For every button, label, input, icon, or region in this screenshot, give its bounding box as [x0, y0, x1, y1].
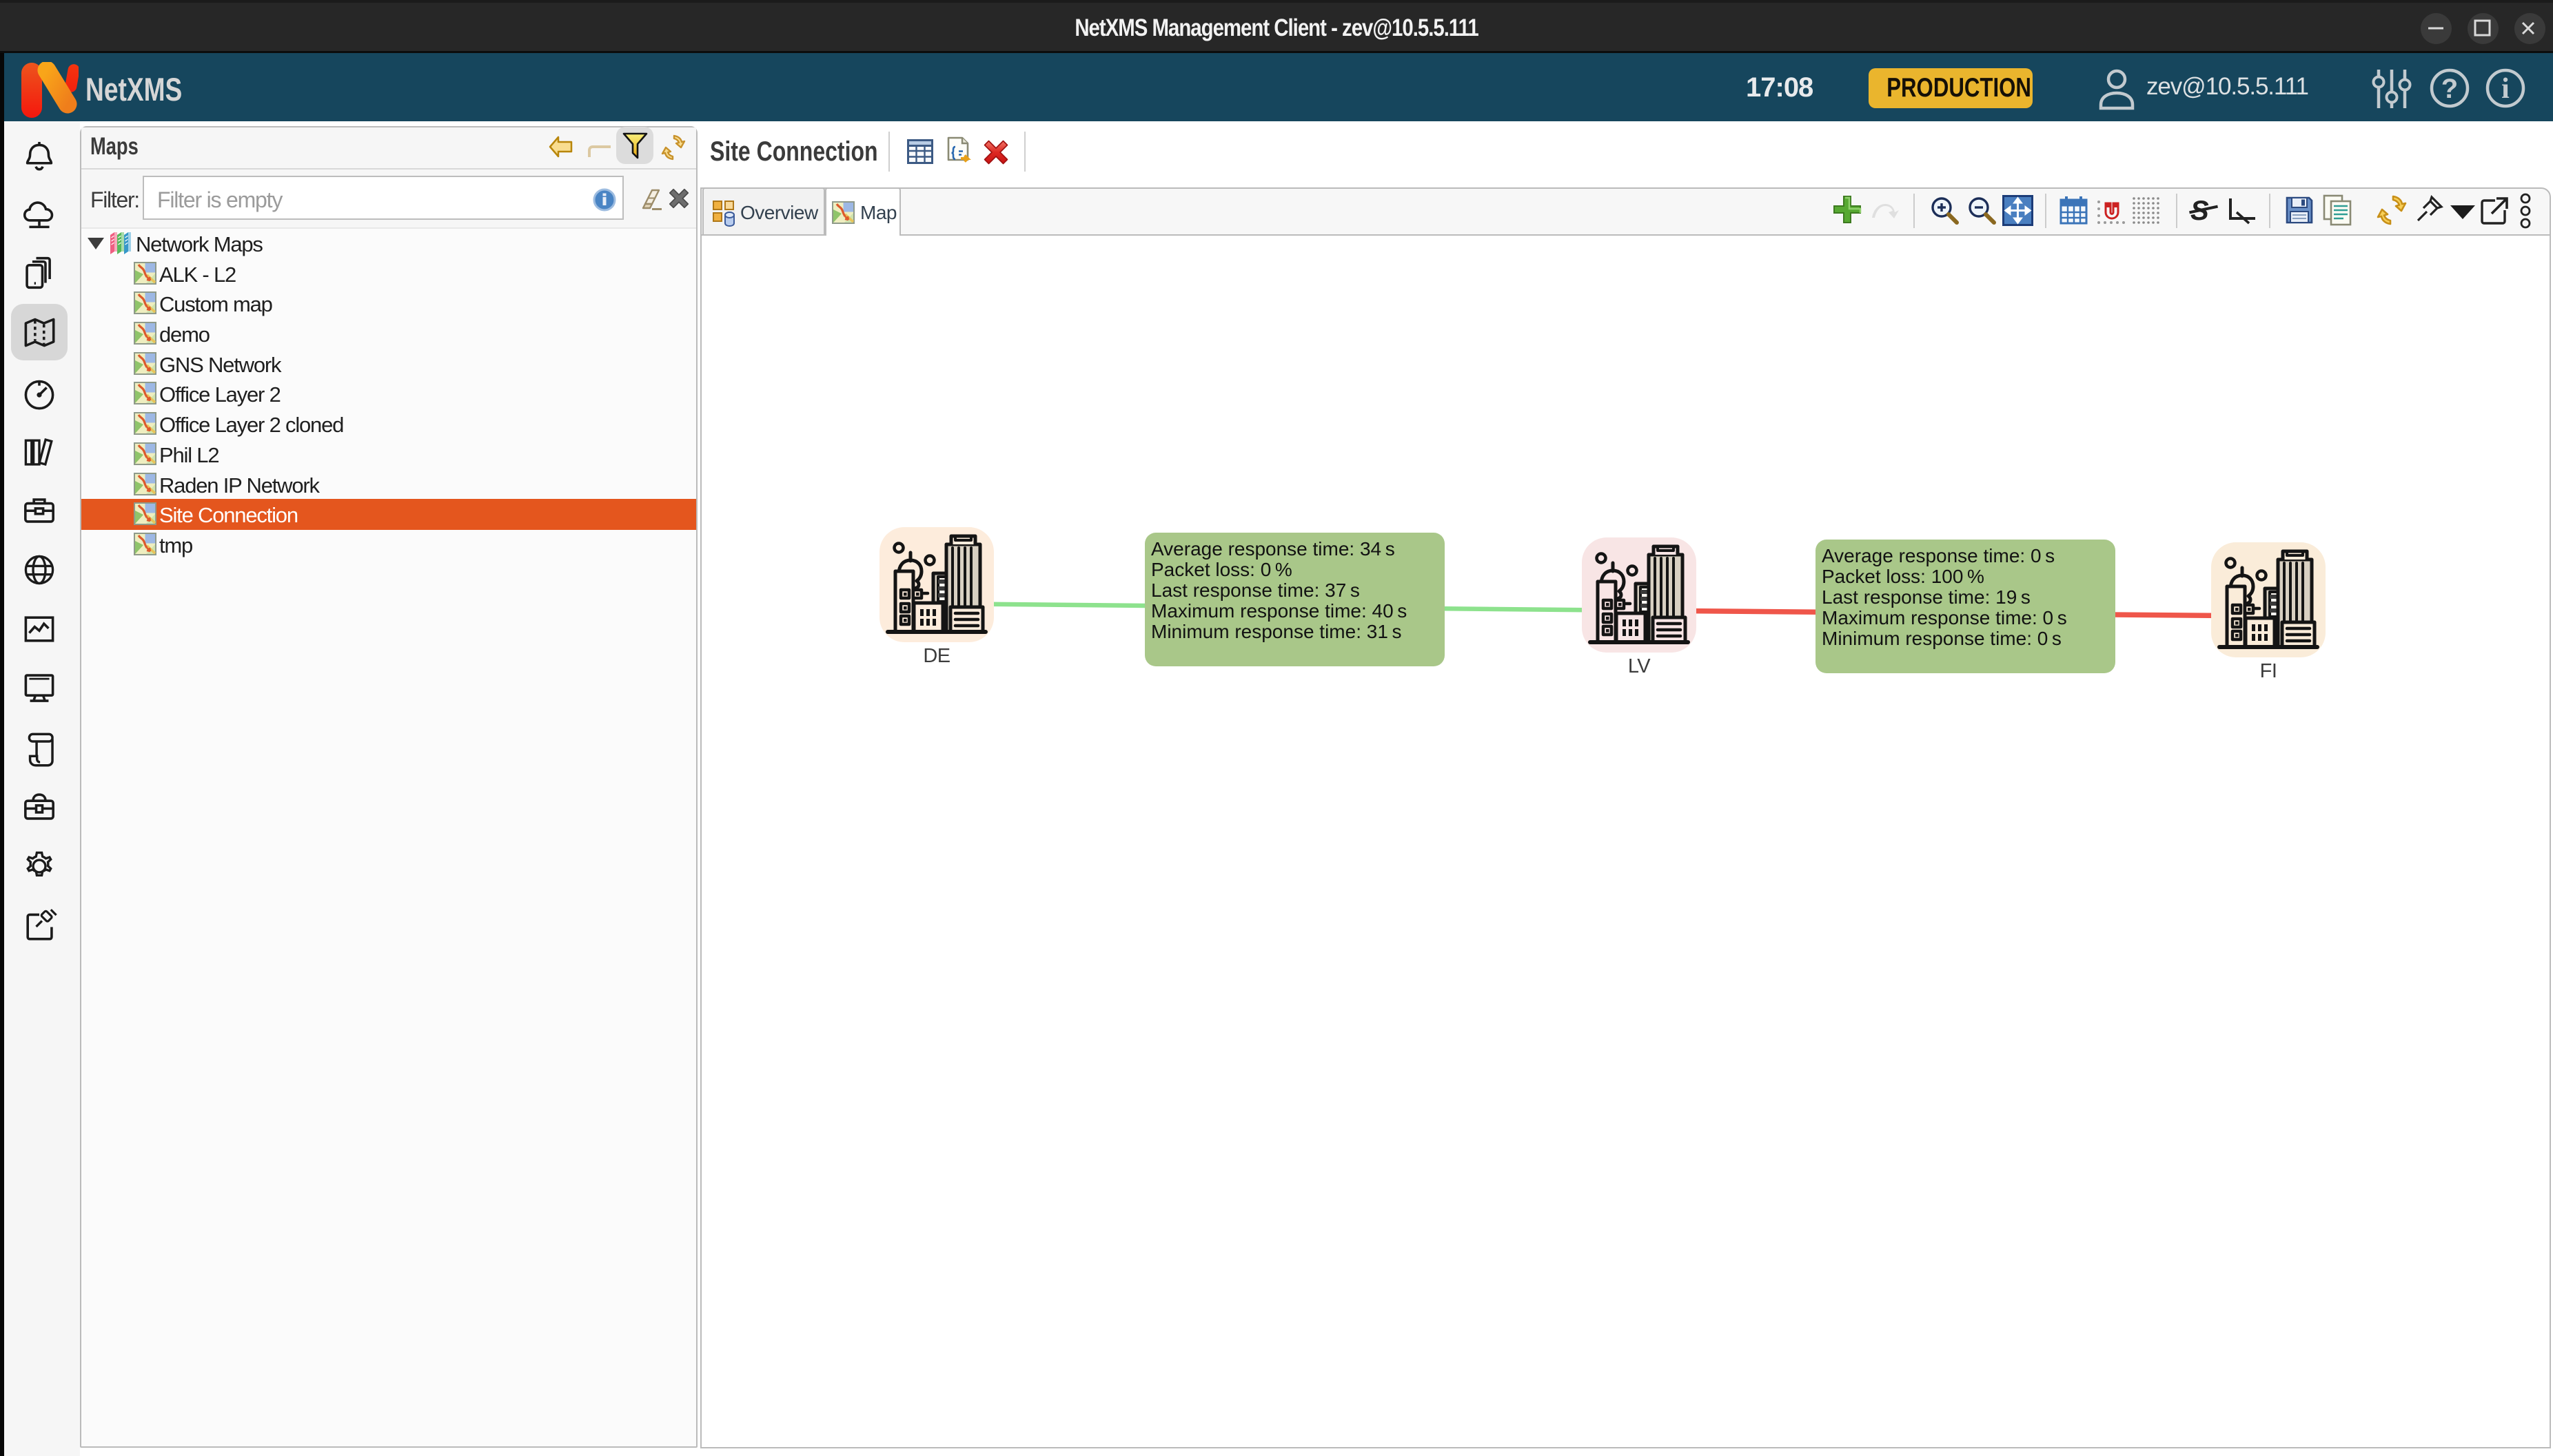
svg-text:?: ? [2441, 74, 2458, 104]
svg-text:i: i [2501, 73, 2510, 105]
